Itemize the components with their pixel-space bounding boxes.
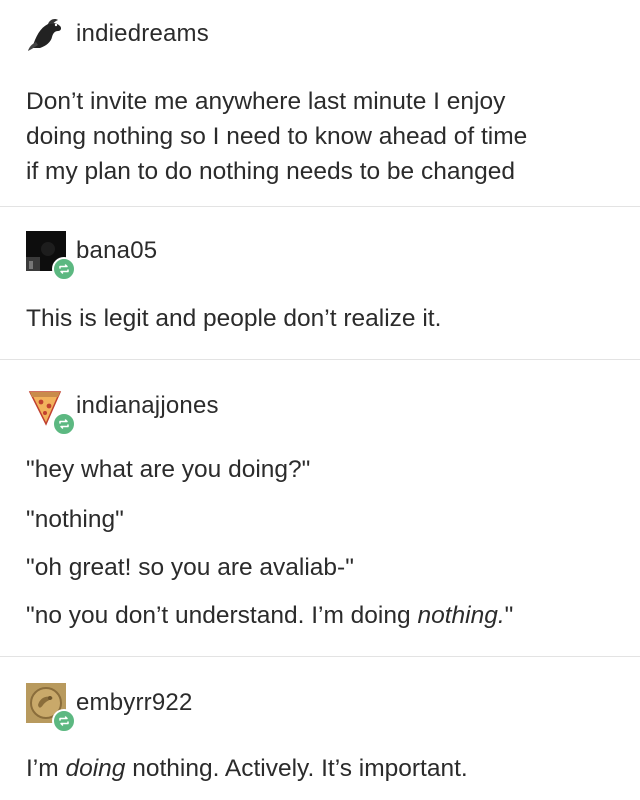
post-text: I’m [26,755,66,782]
post-text-line: Don’t invite me anywhere last minute I e… [26,88,506,115]
dialogue-line: "nothing" [26,506,124,533]
post-text: nothing. Actively. It’s important. [125,755,468,782]
post-username[interactable]: bana05 [76,237,157,265]
dialogue-line: "hey what are you doing?" [26,456,311,483]
post-header: indianajjones [26,386,219,436]
post-text-line: doing nothing so I need to know ahead of… [26,123,528,150]
reblog-icon [52,412,76,436]
dialogue-text: "no you don’t understand. I’m doing [26,602,418,629]
post-text-line: if my plan to do nothing needs to be cha… [26,158,515,185]
post-bana05: bana05 This is legit and people don’t re… [0,207,640,359]
reblog-icon [52,709,76,733]
dialogue-emphasis: nothing. [417,602,505,629]
post-body: I’m doing nothing. Actively. It’s import… [26,751,468,786]
post-header: bana05 [26,231,157,281]
post-body: Don’t invite me anywhere last minute I e… [26,84,626,189]
bird-silhouette-avatar-icon [26,14,66,54]
post-body: This is legit and people don’t realize i… [26,301,626,336]
post-username[interactable]: indiedreams [76,20,209,48]
post-username[interactable]: indianajjones [76,392,219,420]
post-text-line: This is legit and people don’t realize i… [26,305,442,332]
post-indiedreams: indiedreams Don’t invite me anywhere las… [0,0,640,206]
reblog-icon [52,257,76,281]
avatar[interactable] [26,683,76,733]
dialogue-line: "oh great! so you are avaliab-" [26,554,354,581]
post-header: indiedreams [26,14,209,54]
avatar[interactable] [26,231,76,281]
dialogue-text: " [504,602,514,629]
post-embyrr922: embyrr922 I’m doing nothing. Actively. I… [0,657,640,800]
post-header: embyrr922 [26,683,193,733]
post-text-emphasis: doing [65,755,126,782]
avatar[interactable] [26,386,76,436]
post-username[interactable]: embyrr922 [76,689,193,717]
avatar[interactable] [26,14,66,54]
dialogue-line: "no you don’t understand. I’m doing noth… [26,598,513,633]
post-indianajjones: indianajjones "hey what are you doing?" … [0,360,640,655]
